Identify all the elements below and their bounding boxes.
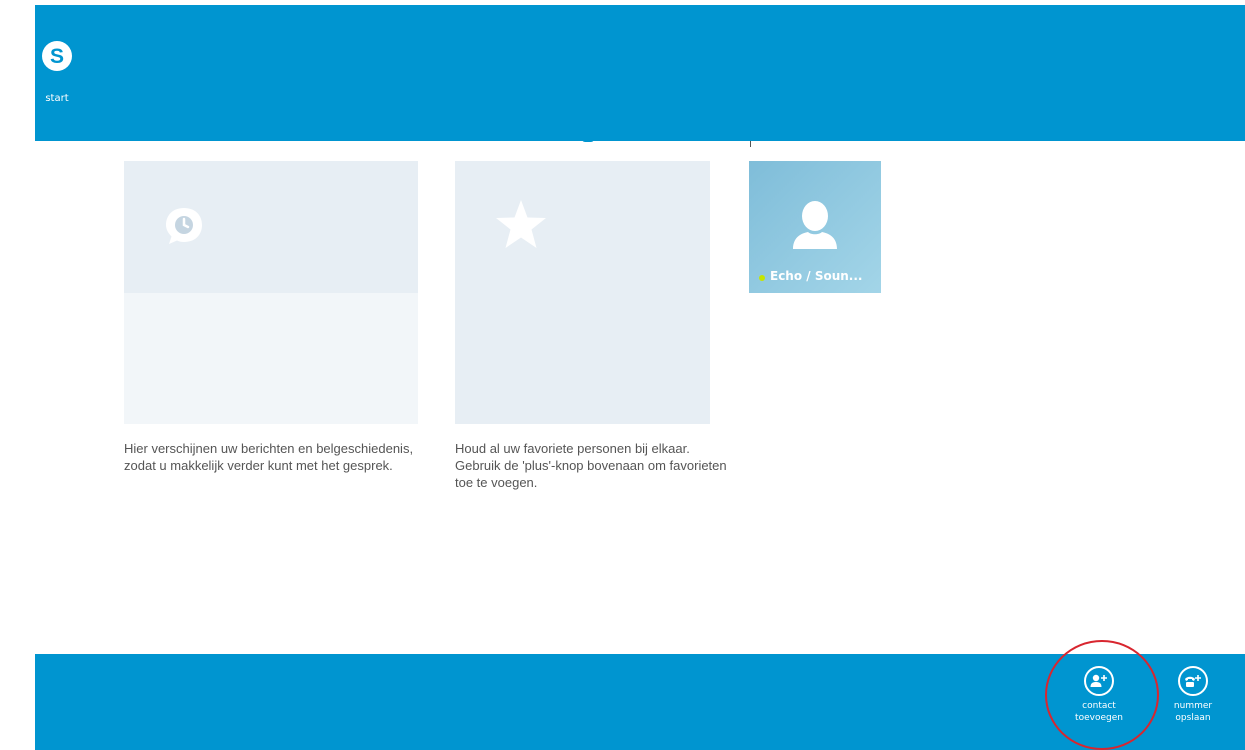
- save-number-label-line2: opslaan: [1175, 713, 1211, 723]
- skype-logo-icon: S: [42, 41, 72, 71]
- add-contact-label-line2: toevoegen: [1075, 713, 1123, 723]
- chat-clock-icon: [166, 208, 202, 244]
- recent-panel: [124, 161, 418, 424]
- contact-name: Echo / Soun...: [770, 269, 863, 283]
- start-label: start: [45, 93, 69, 104]
- add-contact-label-line1: contact: [1082, 701, 1116, 711]
- online-status-indicator: [759, 275, 765, 281]
- favorites-panel-description: Houd al uw favoriete personen bij elkaar…: [455, 441, 727, 490]
- star-icon: [496, 200, 546, 248]
- recent-panel-header: [124, 161, 418, 293]
- start-button[interactable]: S start: [35, 5, 115, 115]
- top-app-bar: S start: [35, 5, 1245, 141]
- add-phone-icon: [1178, 666, 1208, 696]
- scroll-indicator: [582, 139, 594, 142]
- contact-tile[interactable]: Echo / Soun...: [749, 161, 881, 293]
- add-contact-label: contact toevoegen: [1065, 700, 1133, 724]
- add-contact-icon: [1084, 666, 1114, 696]
- section-divider: [750, 141, 751, 147]
- svg-text:S: S: [50, 45, 64, 68]
- add-contact-button[interactable]: contact toevoegen: [1065, 666, 1135, 746]
- favorites-panel: [455, 161, 710, 424]
- recent-panel-description: Hier verschijnen uw berichten en belgesc…: [124, 441, 414, 473]
- save-number-button[interactable]: nummer opslaan: [1159, 666, 1229, 746]
- person-avatar-icon: [793, 201, 837, 249]
- save-number-label-line1: nummer: [1173, 701, 1213, 711]
- bottom-app-bar: contact toevoegen nummer opslaan: [35, 654, 1245, 750]
- save-number-label: nummer opslaan: [1159, 700, 1227, 724]
